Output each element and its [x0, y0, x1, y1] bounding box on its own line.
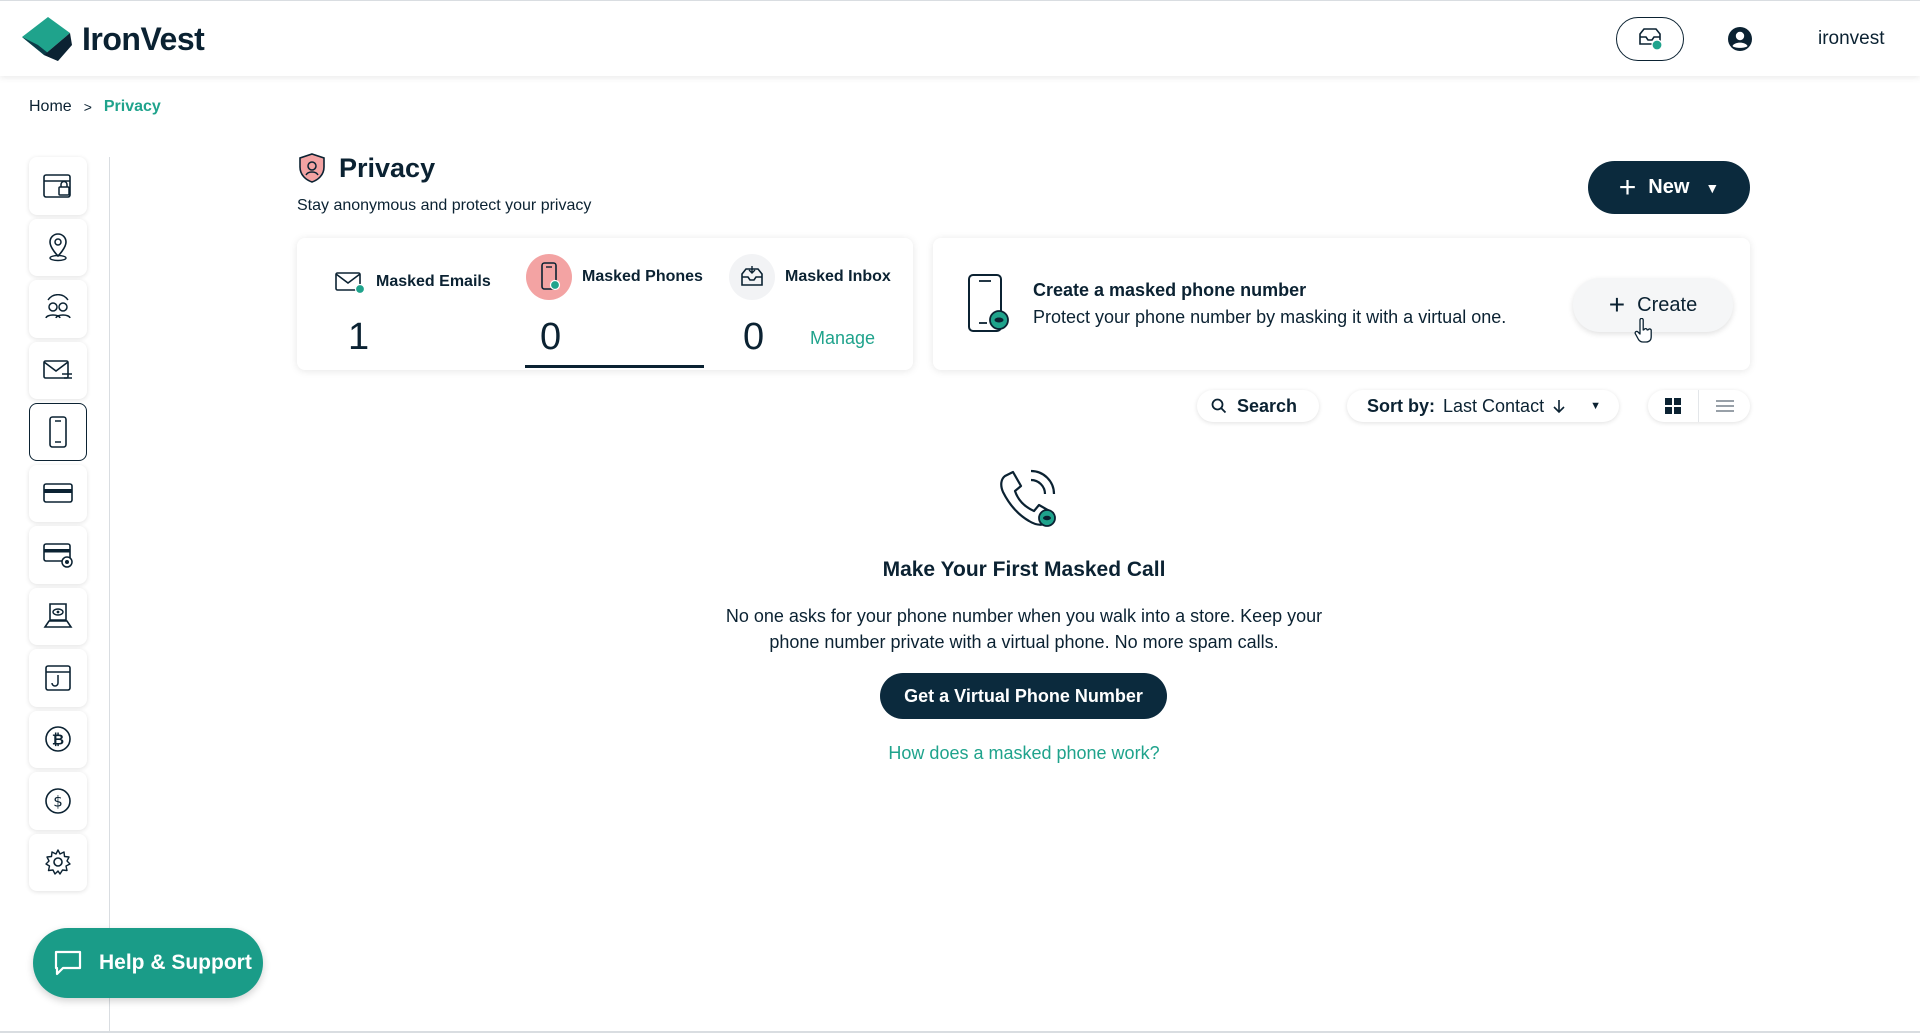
stat-value: 0	[540, 316, 562, 358]
wallet-lock-icon	[43, 173, 71, 198]
page-subtitle: Stay anonymous and protect your privacy	[297, 197, 592, 214]
gear-icon	[45, 849, 71, 875]
stat-masked-phones[interactable]: Masked Phones 0	[526, 238, 706, 370]
get-virtual-phone-button[interactable]: Get a Virtual Phone Number	[880, 673, 1167, 719]
logo-text: IronVest	[82, 20, 205, 57]
search-icon	[1211, 398, 1227, 414]
plus-icon: +	[1608, 289, 1626, 320]
create-button-label: Create	[1637, 293, 1698, 316]
stat-masked-inbox[interactable]: Masked Inbox 0	[729, 238, 909, 370]
how-it-works-link[interactable]: How does a masked phone work?	[0, 743, 1920, 764]
email-icon	[43, 360, 72, 380]
privacy-shield-icon	[299, 153, 325, 183]
help-support-button[interactable]: Help & Support	[33, 928, 263, 998]
stats-card: Masked Emails 1 Masked Phones 0 Masked I…	[297, 238, 913, 370]
sort-value: Last Contact	[1443, 395, 1545, 416]
create-card-title: Create a masked phone number	[1033, 280, 1307, 300]
username[interactable]: ironvest	[1818, 28, 1885, 50]
create-masked-phone-card: Create a masked phone number Protect you…	[933, 238, 1750, 370]
breadcrumb-separator: >	[83, 99, 92, 115]
masked-inbox-icon	[729, 254, 775, 300]
sidebar-item-email[interactable]	[29, 341, 87, 399]
stat-label: Masked Inbox	[785, 268, 891, 285]
phone-highlight-icon	[526, 254, 572, 300]
svg-text:$: $	[53, 792, 63, 810]
search-button[interactable]: Search	[1197, 390, 1319, 422]
breadcrumb-home[interactable]: Home	[29, 98, 72, 116]
phone-call-icon	[1000, 469, 1056, 527]
page-header: Privacy	[297, 152, 435, 184]
sidebar-item-device[interactable]	[29, 587, 87, 645]
identity-sync-icon	[45, 293, 71, 319]
view-toggle	[1648, 390, 1750, 422]
arrow-down-icon	[1553, 400, 1565, 414]
location-pin-icon	[49, 233, 67, 262]
caret-down-icon: ▼	[1705, 179, 1720, 196]
sort-prefix: Sort by:	[1367, 395, 1436, 416]
new-button[interactable]: + New ▼	[1588, 161, 1750, 214]
grid-view-icon	[1665, 398, 1681, 414]
sidebar-item-phishing[interactable]	[29, 649, 87, 707]
phone-shield-icon	[968, 274, 1009, 332]
credit-card-icon	[43, 483, 73, 504]
sidebar-item-card[interactable]	[29, 464, 87, 522]
help-support-label: Help & Support	[99, 951, 252, 974]
create-card-description: Protect your phone number by masking it …	[1033, 307, 1507, 327]
laptop-eye-icon	[43, 603, 73, 629]
stat-label: Masked Phones	[582, 268, 703, 285]
breadcrumb-current: Privacy	[103, 98, 161, 115]
logo[interactable]: IronVest	[18, 15, 205, 63]
stat-label: Masked Emails	[376, 273, 491, 290]
grid-view-button[interactable]	[1648, 390, 1699, 422]
plus-icon: +	[1618, 170, 1637, 204]
empty-state-description: No one asks for your phone number when y…	[725, 606, 1323, 652]
empty-state-title: Make Your First Masked Call	[882, 558, 1166, 581]
sidebar-item-wallet[interactable]	[29, 157, 87, 215]
caret-down-icon: ▼	[1590, 400, 1601, 412]
page-title: Privacy	[339, 152, 436, 183]
stat-masked-emails[interactable]: Masked Emails 1	[334, 238, 504, 370]
list-view-icon	[1715, 400, 1734, 412]
browser-hook-icon	[45, 664, 71, 691]
hand-cursor-icon	[1634, 318, 1652, 343]
list-view-button[interactable]	[1699, 390, 1750, 422]
sidebar-item-identity[interactable]	[29, 280, 87, 338]
manage-link[interactable]: Manage	[810, 328, 875, 349]
chat-bubble-icon	[54, 950, 82, 976]
breadcrumb: Home > Privacy	[29, 98, 161, 116]
active-tab-indicator	[525, 365, 704, 368]
phone-icon	[49, 415, 67, 448]
masked-email-icon	[335, 272, 366, 295]
sidebar-item-location[interactable]	[29, 218, 87, 276]
inbox-shield-icon	[1639, 28, 1663, 51]
sidebar-item-phone[interactable]	[29, 403, 87, 461]
account-icon[interactable]	[1727, 26, 1753, 57]
sidebar-divider	[109, 157, 110, 1033]
masked-inbox-button[interactable]	[1616, 17, 1684, 61]
sidebar-item-payments[interactable]: $	[29, 772, 87, 830]
ironvest-logo-icon	[22, 17, 72, 61]
stat-value: 0	[743, 316, 765, 358]
sidebar: ₿ $	[29, 157, 87, 891]
top-bar: IronVest ironvest	[0, 0, 1920, 76]
new-button-label: New	[1648, 176, 1690, 198]
sort-dropdown[interactable]: Sort by: Last Contact ▼	[1347, 390, 1619, 422]
sidebar-item-settings[interactable]	[29, 833, 87, 891]
stat-value: 1	[348, 316, 370, 358]
search-label: Search	[1237, 395, 1298, 416]
dollar-icon: $	[45, 787, 71, 814]
